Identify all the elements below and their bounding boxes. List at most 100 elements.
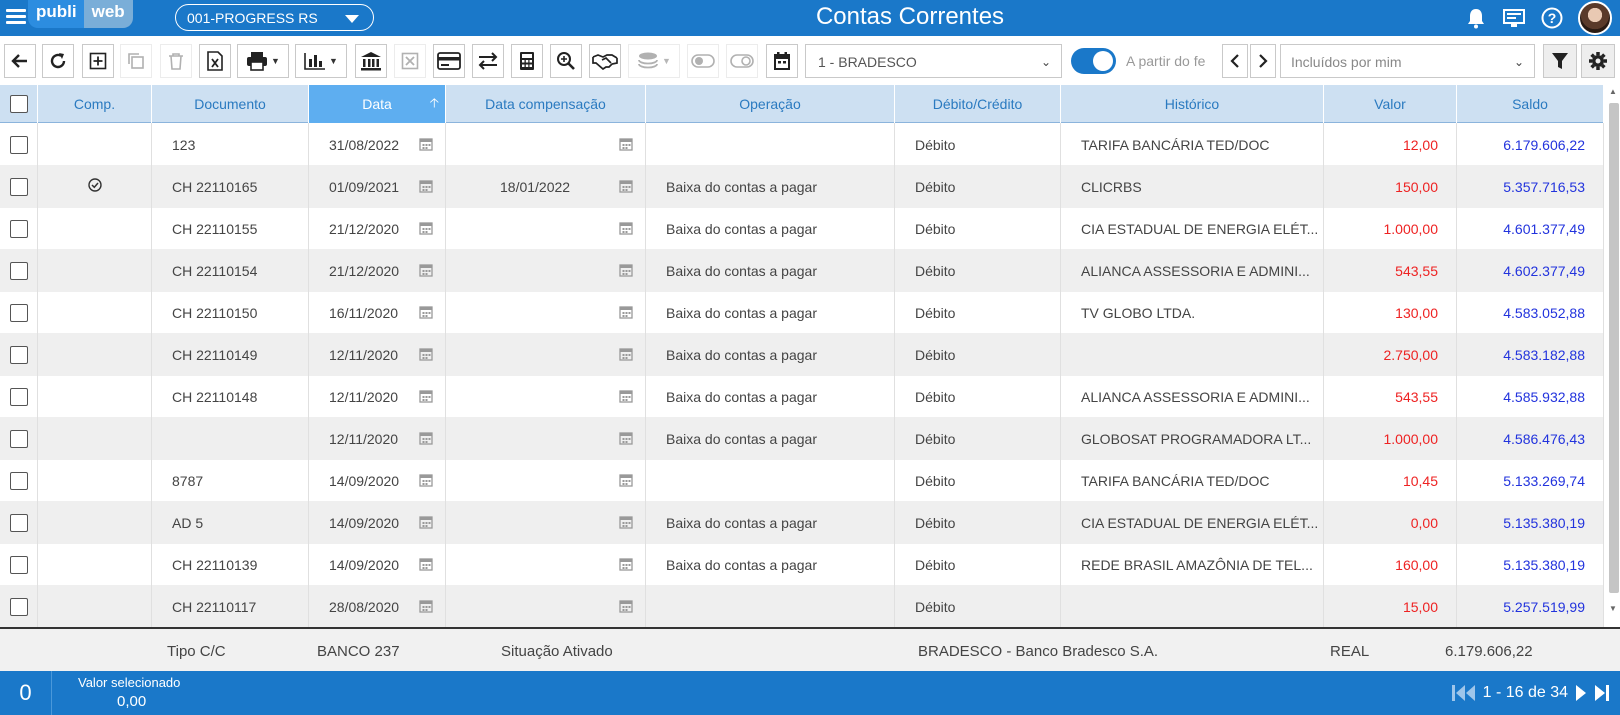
company-select[interactable]: 001-PROGRESS RS: [175, 4, 374, 31]
copy-button[interactable]: [120, 44, 152, 78]
calendar-icon[interactable]: [619, 305, 633, 319]
delete-button[interactable]: [160, 44, 192, 78]
row-checkbox[interactable]: [9, 513, 28, 532]
column-header[interactable]: Histórico: [1061, 85, 1324, 123]
calendar-icon[interactable]: [419, 263, 433, 277]
table-row[interactable]: 12/11/2020 Baixa do contas a pagar Débito G…: [0, 417, 1604, 460]
row-checkbox[interactable]: [9, 303, 28, 322]
select-all-checkbox[interactable]: [9, 95, 28, 113]
row-checkbox[interactable]: [9, 261, 28, 280]
calendar-icon[interactable]: [419, 221, 433, 235]
table-row[interactable]: CH 22110155 21/12/2020 Baixa do contas a p…: [0, 207, 1604, 250]
calendar-icon[interactable]: [619, 347, 633, 361]
table-row[interactable]: 8787 14/09/2020 Débito TARIFA BANCÁRIA TED/…: [0, 459, 1604, 502]
included-by-select[interactable]: Incluídos por mim ⌄: [1280, 44, 1535, 78]
menu-icon[interactable]: [6, 6, 26, 28]
next-page-button[interactable]: [1574, 684, 1588, 702]
link-button[interactable]: [726, 44, 758, 78]
column-header[interactable]: Documento: [152, 85, 309, 123]
cell-dc: Débito: [895, 459, 1061, 502]
row-checkbox[interactable]: [9, 219, 28, 238]
row-checkbox[interactable]: [9, 555, 28, 574]
first-page-button[interactable]: [1451, 684, 1477, 702]
table-row[interactable]: CH 22110165 01/09/2021 18/01/2022 Baixa do …: [0, 165, 1604, 208]
settings-button[interactable]: [1581, 44, 1615, 78]
calendar-icon[interactable]: [619, 221, 633, 235]
calendar-icon[interactable]: [619, 515, 633, 529]
excel-button[interactable]: [199, 44, 231, 78]
bank-button[interactable]: [355, 44, 387, 78]
select-all-checkbox-cell[interactable]: [0, 85, 38, 123]
calculator-button[interactable]: [511, 44, 543, 78]
calendar-icon[interactable]: [619, 263, 633, 277]
column-header[interactable]: Data compensação: [446, 85, 646, 123]
table-row[interactable]: CH 22110149 12/11/2020 Baixa do contas a p…: [0, 333, 1604, 376]
user-avatar[interactable]: [1578, 1, 1612, 35]
help-icon[interactable]: ?: [1540, 6, 1564, 30]
calendar-icon[interactable]: [619, 557, 633, 571]
calendar-icon[interactable]: [419, 557, 433, 571]
toggle-off-button[interactable]: [687, 44, 719, 78]
calendar-icon[interactable]: [619, 179, 633, 193]
calendar-icon[interactable]: [419, 137, 433, 151]
cancel-button[interactable]: [394, 44, 426, 78]
column-header[interactable]: Operação: [646, 85, 895, 123]
table-row[interactable]: CH 22110139 14/09/2020 Baixa do contas a p…: [0, 543, 1604, 586]
table-row[interactable]: CH 22110150 16/11/2020 Baixa do contas a p…: [0, 291, 1604, 334]
prev-period-button[interactable]: [1222, 44, 1248, 78]
filter-button[interactable]: [1543, 44, 1577, 78]
calendar-icon[interactable]: [419, 389, 433, 403]
scrollbar-thumb[interactable]: [1609, 103, 1619, 593]
calendar-icon[interactable]: [619, 431, 633, 445]
calendar-icon[interactable]: [419, 515, 433, 529]
calendar-icon[interactable]: [619, 389, 633, 403]
date-toggle[interactable]: [1071, 48, 1116, 74]
print-button[interactable]: ▼: [237, 44, 289, 78]
coins-button[interactable]: ▼: [628, 44, 680, 78]
calendar-button[interactable]: [766, 44, 798, 78]
table-row[interactable]: CH 22110154 21/12/2020 Baixa do contas a p…: [0, 249, 1604, 292]
table-row[interactable]: AD 5 14/09/2020 Baixa do contas a pagar Déb…: [0, 501, 1604, 544]
scroll-up-icon[interactable]: ▲: [1609, 87, 1617, 96]
refresh-button[interactable]: [42, 44, 74, 78]
chart-button[interactable]: ▼: [295, 44, 347, 78]
column-header[interactable]: Débito/Crédito: [895, 85, 1061, 123]
back-button[interactable]: [4, 44, 36, 78]
calendar-icon[interactable]: [419, 431, 433, 445]
calendar-icon[interactable]: [619, 137, 633, 151]
row-checkbox[interactable]: [9, 345, 28, 364]
row-checkbox[interactable]: [9, 177, 28, 196]
transfer-button[interactable]: [472, 44, 504, 78]
table-row[interactable]: CH 22110117 28/08/2020 Débito 15,00 5.257.51…: [0, 585, 1604, 627]
calendar-icon[interactable]: [419, 347, 433, 361]
table-row[interactable]: CH 22110148 12/11/2020 Baixa do contas a p…: [0, 375, 1604, 418]
calendar-icon[interactable]: [419, 473, 433, 487]
column-header-sorted[interactable]: Data 🡡: [309, 85, 446, 123]
row-checkbox[interactable]: [9, 471, 28, 490]
search-button[interactable]: [550, 44, 582, 78]
bank-select[interactable]: 1 - BRADESCO ⌄: [805, 44, 1062, 78]
calendar-icon[interactable]: [619, 599, 633, 613]
agreement-button[interactable]: [589, 44, 621, 78]
vertical-scrollbar[interactable]: ▲ ▼: [1606, 85, 1620, 627]
calendar-icon[interactable]: [419, 305, 433, 319]
column-header[interactable]: Comp.: [38, 85, 152, 123]
row-checkbox[interactable]: [9, 135, 28, 154]
column-header[interactable]: Saldo: [1457, 85, 1604, 123]
scroll-down-icon[interactable]: ▼: [1609, 604, 1617, 613]
last-page-button[interactable]: [1594, 684, 1610, 702]
next-period-button[interactable]: [1250, 44, 1276, 78]
column-header[interactable]: Valor: [1324, 85, 1457, 123]
calendar-icon[interactable]: [419, 179, 433, 193]
bell-icon[interactable]: [1464, 6, 1488, 30]
row-checkbox[interactable]: [9, 597, 28, 616]
table-row[interactable]: 123 31/08/2022 Débito TARIFA BANCÁRIA TED/D…: [0, 123, 1604, 166]
card-button[interactable]: [433, 44, 465, 78]
logo[interactable]: publi web: [28, 0, 133, 32]
monitor-icon[interactable]: [1502, 6, 1526, 30]
calendar-icon[interactable]: [619, 473, 633, 487]
add-button[interactable]: [82, 44, 114, 78]
row-checkbox[interactable]: [9, 429, 28, 448]
row-checkbox[interactable]: [9, 387, 28, 406]
calendar-icon[interactable]: [419, 599, 433, 613]
